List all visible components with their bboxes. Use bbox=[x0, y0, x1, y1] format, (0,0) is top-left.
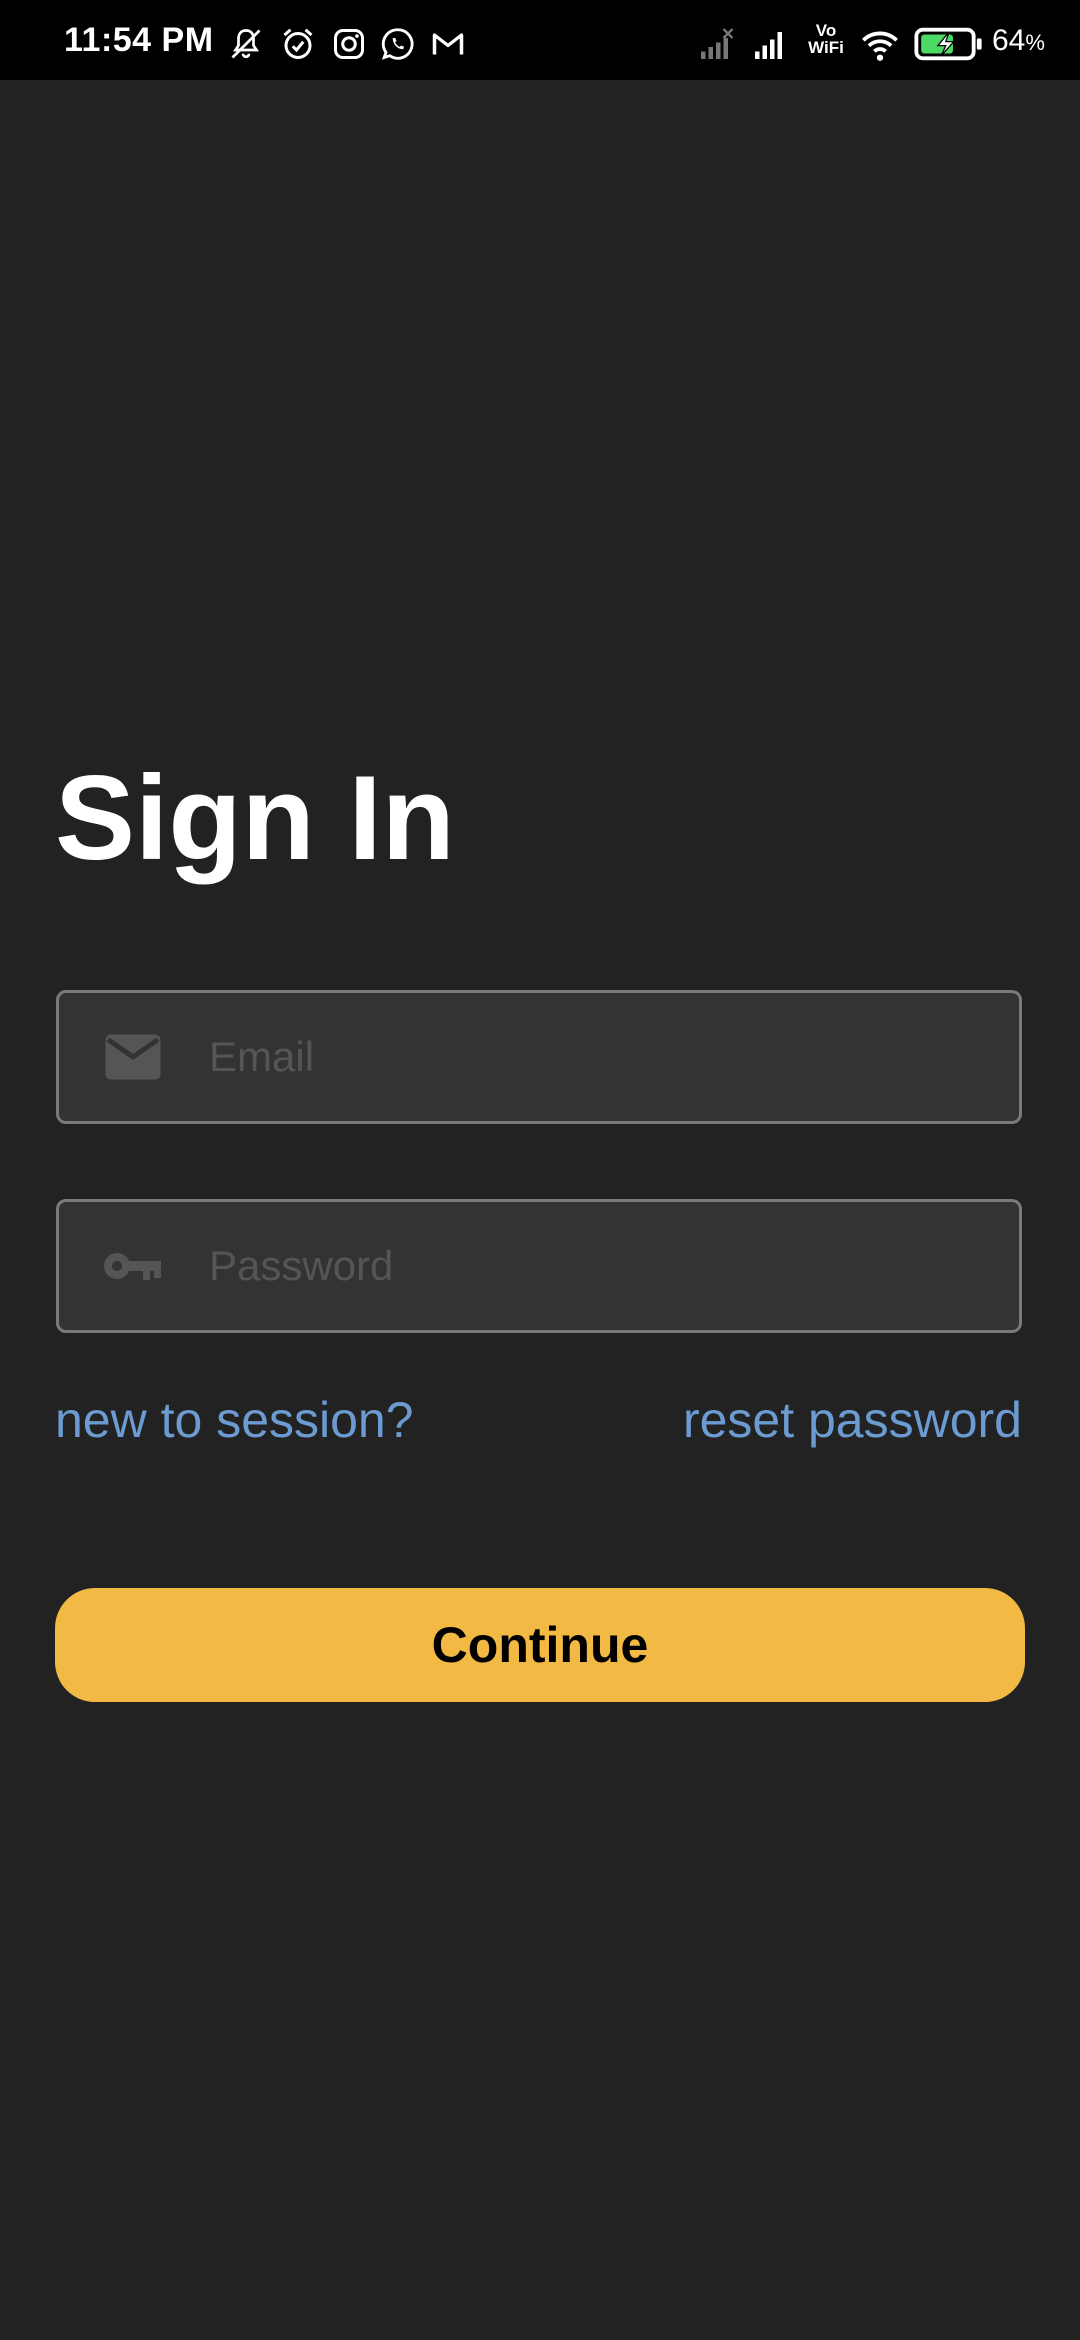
key-icon bbox=[103, 1241, 163, 1291]
page-title: Sign In bbox=[55, 751, 455, 885]
signal-off-icon bbox=[698, 26, 734, 62]
sign-in-screen: 11:54 PM Vo WiFi 64% Sign In Email new t… bbox=[0, 0, 1080, 2340]
battery-percent-sign: % bbox=[1025, 30, 1045, 55]
password-input[interactable] bbox=[209, 1202, 989, 1330]
email-field[interactable] bbox=[56, 990, 1022, 1124]
status-bar: 11:54 PM Vo WiFi 64% bbox=[0, 0, 1080, 80]
instagram-icon bbox=[331, 26, 367, 62]
whatsapp-icon bbox=[380, 26, 416, 62]
email-icon bbox=[103, 1032, 163, 1082]
wifi-icon bbox=[860, 26, 900, 64]
continue-button[interactable]: Continue bbox=[55, 1588, 1025, 1702]
signal-icon bbox=[752, 26, 788, 62]
email-input[interactable] bbox=[209, 993, 989, 1121]
new-account-link[interactable]: new to session? bbox=[55, 1390, 414, 1450]
alarm-icon bbox=[280, 26, 316, 62]
battery-percent: 64% bbox=[992, 24, 1045, 60]
mute-icon bbox=[228, 26, 264, 62]
vowifi-indicator: Vo WiFi bbox=[806, 22, 846, 56]
vowifi-label-top: Vo bbox=[815, 21, 837, 40]
gmail-icon bbox=[430, 26, 466, 62]
vowifi-label-bottom: WiFi bbox=[808, 38, 844, 57]
password-field[interactable] bbox=[56, 1199, 1022, 1333]
battery-percent-value: 64 bbox=[992, 24, 1026, 57]
status-time: 11:54 PM bbox=[64, 21, 214, 59]
battery-charging-icon bbox=[914, 26, 984, 62]
reset-password-link[interactable]: reset password bbox=[683, 1390, 1022, 1450]
